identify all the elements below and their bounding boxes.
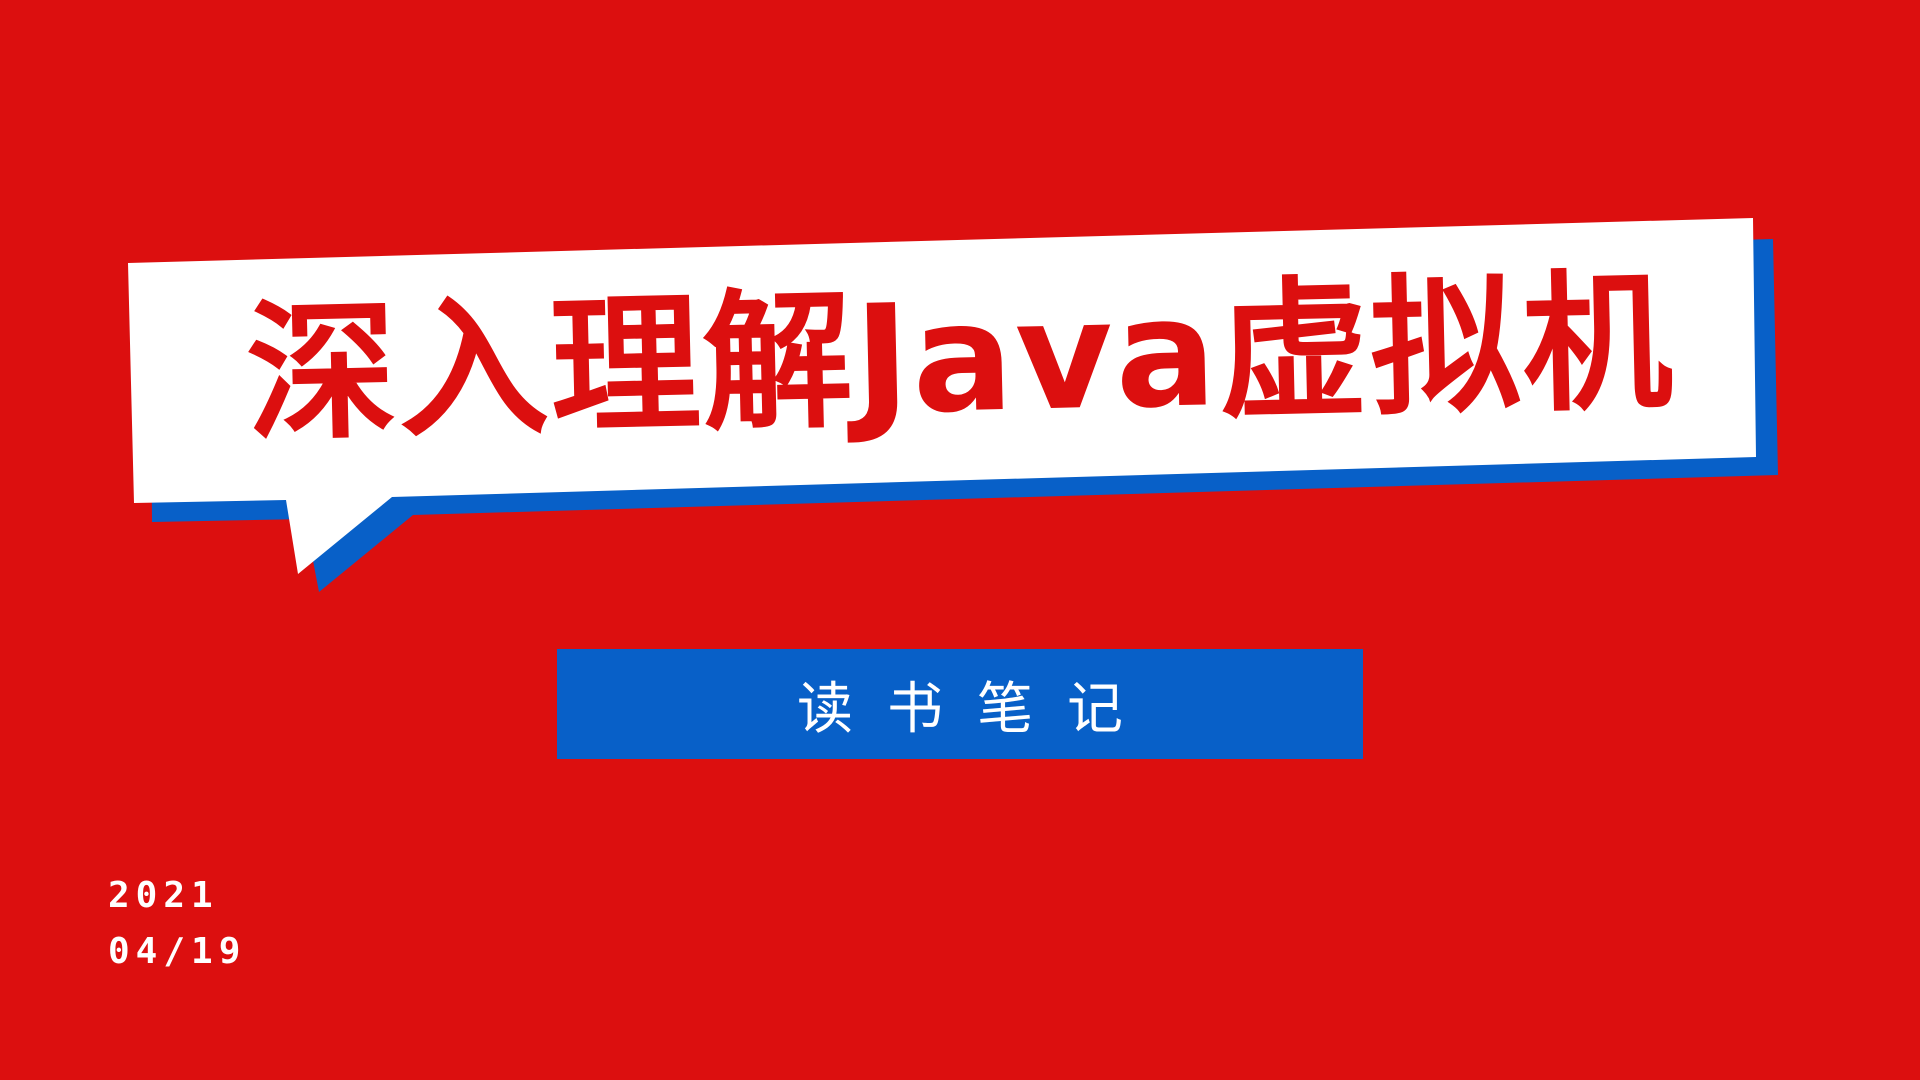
date-block: 2021 04/19 [108,868,246,980]
date-month-day: 04/19 [108,931,247,972]
subtitle-banner: 读书笔记 [557,649,1363,759]
page-title: 深入理解Java虚拟机 [244,255,1677,462]
date-year: 2021 [108,875,219,916]
speech-bubble [128,218,1778,592]
subtitle-text: 读书笔记 [797,676,1157,742]
